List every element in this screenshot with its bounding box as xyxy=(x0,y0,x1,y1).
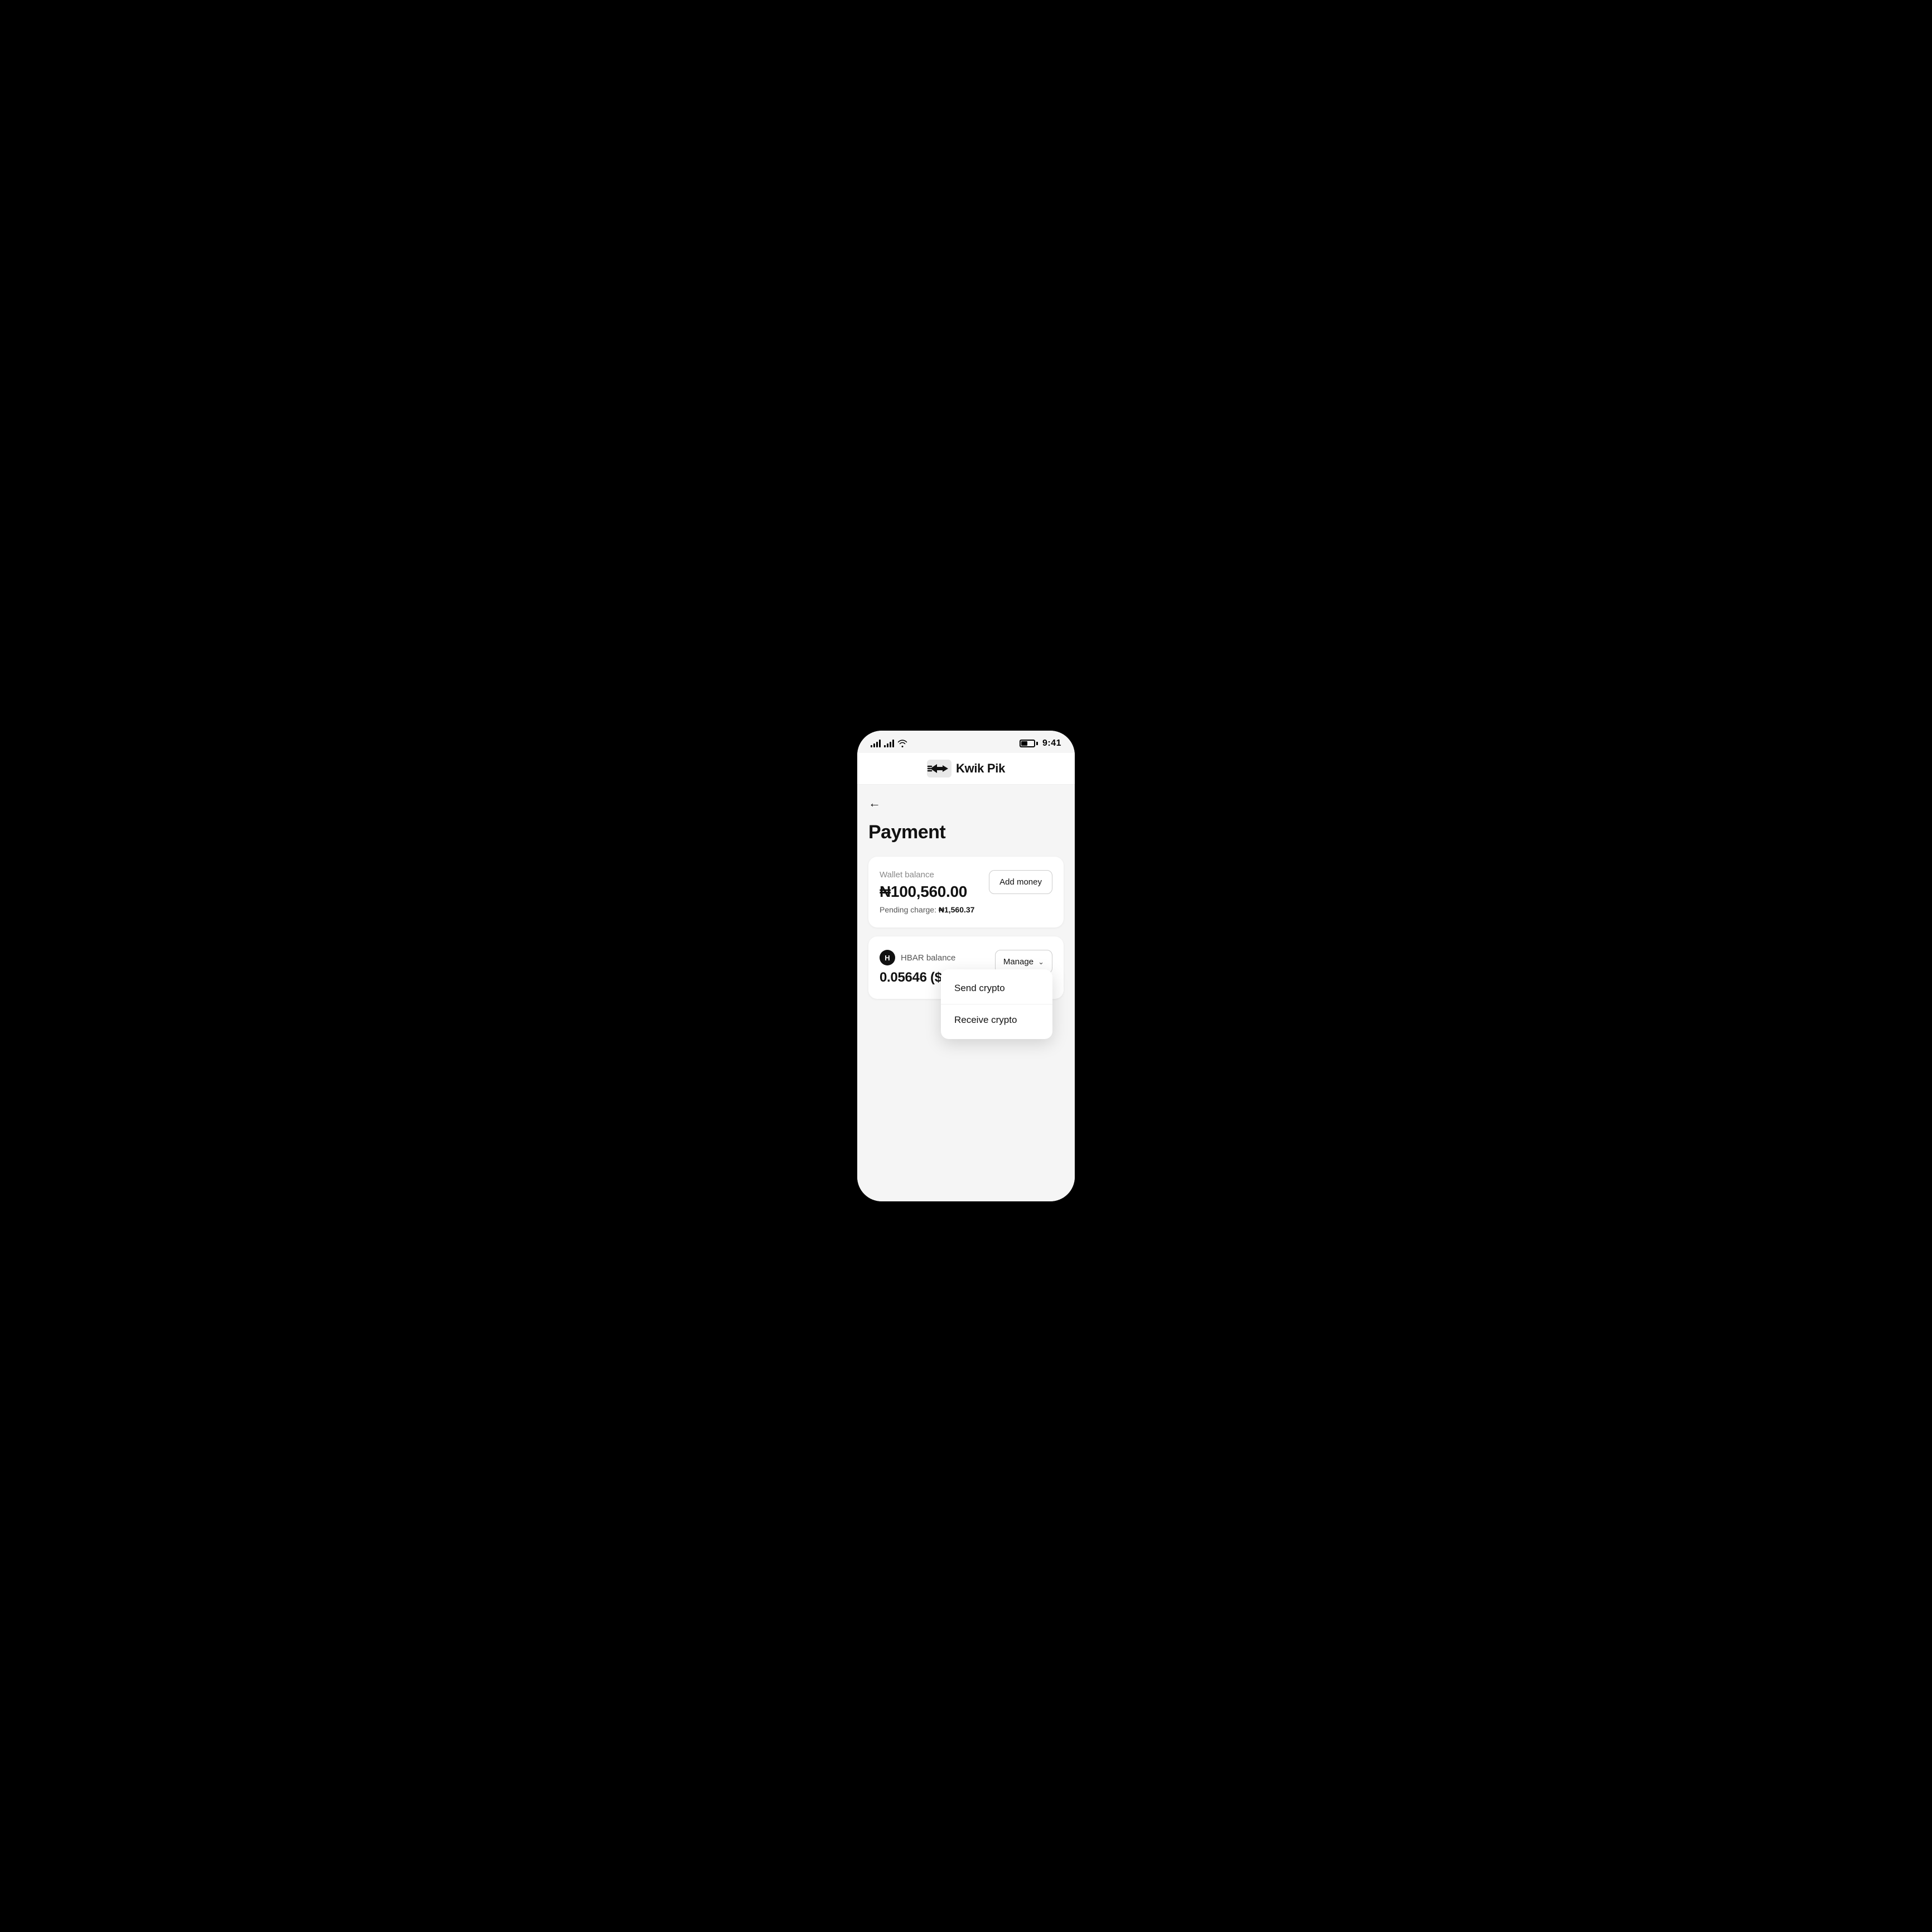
status-time: 9:41 xyxy=(1042,738,1061,748)
hbar-header: H HBAR balance xyxy=(880,950,995,965)
wallet-card: Wallet balance ₦100,560.00 Pending charg… xyxy=(868,857,1064,928)
page-title: Payment xyxy=(868,822,1064,843)
top-bar: Kwik Pik xyxy=(857,753,1075,785)
battery-icon xyxy=(1020,740,1038,747)
hbar-icon: H xyxy=(880,950,895,965)
logo-text: Kwik Pik xyxy=(956,761,1005,776)
wifi-icon xyxy=(897,740,907,747)
battery-tip xyxy=(1036,742,1038,745)
pending-amount: ₦1,560.37 xyxy=(939,905,975,914)
back-button[interactable]: ← xyxy=(868,796,881,810)
signal-strength-2 xyxy=(884,740,894,747)
signal-bar xyxy=(871,745,872,747)
signal-bar xyxy=(892,740,894,747)
send-crypto-item[interactable]: Send crypto xyxy=(941,973,1052,1004)
pending-label: Pending charge: xyxy=(880,905,936,914)
chevron-down-icon: ⌄ xyxy=(1038,958,1044,967)
add-money-button[interactable]: Add money xyxy=(989,870,1052,894)
logo-container: Kwik Pik xyxy=(927,760,1005,777)
hbar-card: H HBAR balance 0.05646 ($12.68) Manage ⌄… xyxy=(868,936,1064,999)
dropdown-menu: Send crypto Receive crypto xyxy=(941,969,1052,1039)
signal-bars-1 xyxy=(871,740,881,747)
back-arrow-icon: ← xyxy=(868,796,881,810)
battery-fill xyxy=(1021,741,1027,746)
signal-bar xyxy=(884,745,886,747)
battery-body xyxy=(1020,740,1035,747)
signal-bar xyxy=(876,742,878,747)
signal-bar xyxy=(887,743,888,747)
status-left xyxy=(871,740,907,747)
logo-icon xyxy=(927,760,951,777)
receive-crypto-item[interactable]: Receive crypto xyxy=(941,1004,1052,1036)
signal-bars-2 xyxy=(884,740,894,747)
signal-bar xyxy=(890,742,891,747)
hbar-label: HBAR balance xyxy=(901,953,955,963)
main-content: ← Payment Wallet balance ₦100,560.00 Pen… xyxy=(857,785,1075,1201)
wallet-balance: ₦100,560.00 xyxy=(880,883,989,901)
wallet-info: Wallet balance ₦100,560.00 Pending charg… xyxy=(880,870,989,914)
signal-bar xyxy=(873,743,875,747)
phone-frame: 9:41 Kwik Pik ← Payment Wa xyxy=(857,731,1075,1201)
signal-strength-1 xyxy=(871,740,881,747)
manage-label: Manage xyxy=(1003,957,1033,967)
status-bar: 9:41 xyxy=(857,731,1075,753)
status-right: 9:41 xyxy=(1020,738,1061,748)
pending-charge: Pending charge: ₦1,560.37 xyxy=(880,905,989,914)
signal-bar xyxy=(879,740,881,747)
wallet-label: Wallet balance xyxy=(880,870,989,880)
